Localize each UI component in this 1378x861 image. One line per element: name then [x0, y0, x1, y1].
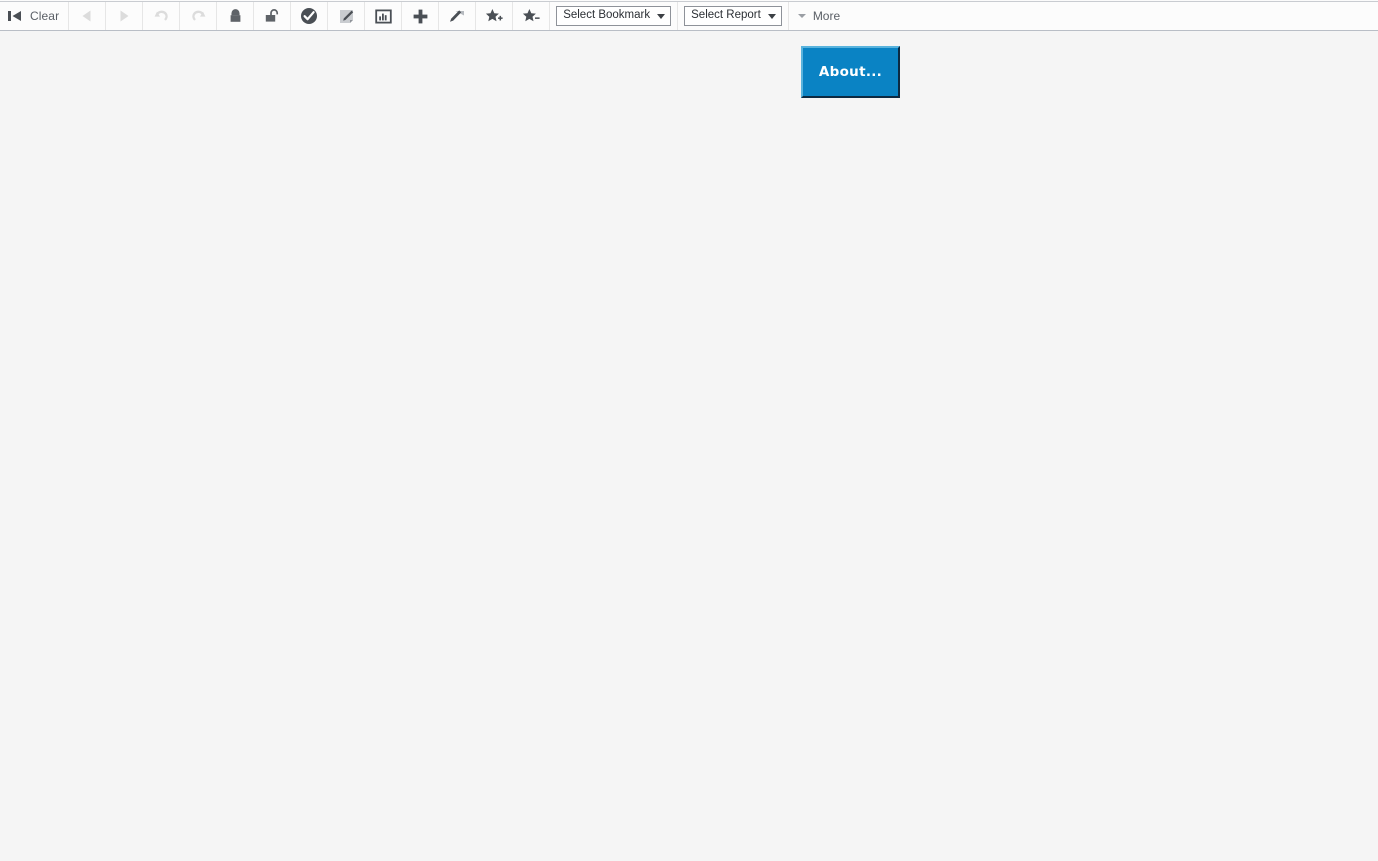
chevron-down-icon: [767, 13, 776, 19]
design-tool-button[interactable]: [439, 2, 477, 30]
unlock-button[interactable]: [254, 2, 292, 30]
chevron-down-icon: [797, 14, 806, 18]
sheet-canvas: About...: [0, 32, 1378, 861]
bar-chart-box-icon: [373, 6, 393, 26]
edit-button[interactable]: [328, 2, 366, 30]
forward-button[interactable]: [106, 2, 144, 30]
remove-bookmark-button[interactable]: [513, 2, 551, 30]
select-bookmark-dropdown[interactable]: Select Bookmark: [556, 6, 672, 26]
triangle-right-icon: [114, 6, 134, 26]
chart-button[interactable]: [365, 2, 403, 30]
back-to-start-icon: [4, 6, 24, 26]
report-select-cell: Select Report: [678, 2, 789, 30]
clear-button[interactable]: Clear: [0, 2, 70, 30]
triangle-left-icon: [77, 6, 97, 26]
lock-open-icon: [262, 6, 282, 26]
select-report-dropdown[interactable]: Select Report: [684, 6, 782, 26]
pencil-page-icon: [336, 6, 356, 26]
pen-tool-icon: [447, 6, 467, 26]
undo-arrow-icon: [151, 6, 171, 26]
star-plus-icon: [484, 6, 504, 26]
plus-icon: [410, 6, 430, 26]
chevron-down-icon: [657, 13, 666, 19]
select-bookmark-label: Select Bookmark: [563, 9, 651, 22]
add-bookmark-button[interactable]: [476, 2, 514, 30]
current-selections-button[interactable]: [291, 2, 329, 30]
add-button[interactable]: [402, 2, 440, 30]
back-button[interactable]: [69, 2, 107, 30]
lock-closed-icon: [225, 6, 245, 26]
more-button[interactable]: More: [789, 2, 850, 30]
clear-label: Clear: [30, 9, 60, 23]
undo-button[interactable]: [143, 2, 181, 30]
bookmark-select-cell: Select Bookmark: [550, 2, 679, 30]
main-toolbar: Clear Select Bookmark Select Report More: [0, 2, 1378, 31]
select-report-label: Select Report: [691, 9, 761, 22]
more-label: More: [812, 9, 841, 23]
redo-arrow-icon: [188, 6, 208, 26]
lock-button[interactable]: [217, 2, 255, 30]
star-minus-icon: [521, 6, 541, 26]
check-circle-icon: [299, 6, 319, 26]
about-button[interactable]: About...: [801, 46, 900, 98]
redo-button[interactable]: [180, 2, 218, 30]
